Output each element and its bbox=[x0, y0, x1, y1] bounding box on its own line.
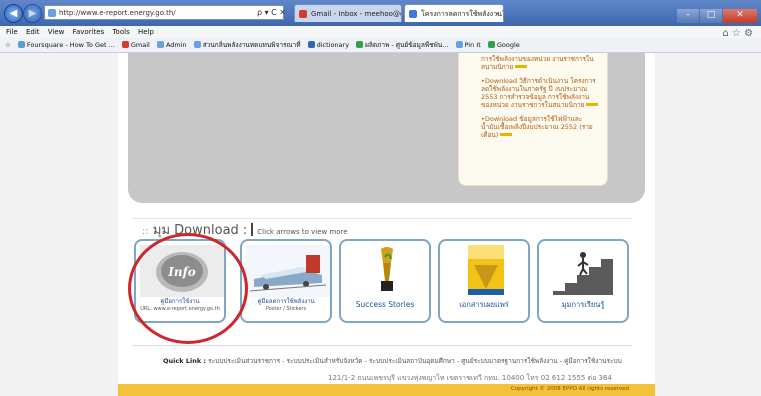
back-button[interactable]: ◀ bbox=[4, 4, 23, 23]
new-badge-icon bbox=[586, 103, 599, 106]
page-content: การใช้พลังงานของหน่วย งานราชการในสนามนิก… bbox=[118, 53, 655, 396]
fav-label: Admin bbox=[165, 41, 187, 49]
browser-titlebar: ◀ ▶ http://www.e-report.energy.go.th/ ρ … bbox=[0, 0, 761, 26]
download-item-success-stories[interactable]: Success Stories bbox=[339, 239, 431, 323]
menu-tools[interactable]: Tools bbox=[112, 28, 129, 36]
fav-link-pinit[interactable]: Pin It bbox=[455, 38, 481, 52]
fav-link-foursquare[interactable]: Foursquare - How To Get ... bbox=[17, 38, 115, 52]
news-item[interactable]: การใช้พลังงานของหน่วย งานราชการในสนามนิก… bbox=[481, 55, 599, 71]
address-text: http://www.e-report.energy.go.th/ bbox=[59, 9, 176, 17]
new-badge-icon bbox=[500, 133, 513, 136]
footer-address: 121/1-2 ถนนเพชรบุรี แขวงทุ่งพญาไท เขตราช… bbox=[328, 374, 612, 382]
fav-link-dictionary[interactable]: dictionary bbox=[307, 38, 350, 52]
download-caption: คู่มือลดการใช้พลังงาน bbox=[257, 298, 315, 305]
google-icon bbox=[487, 41, 495, 48]
download-hint: Click arrows to view more bbox=[257, 228, 348, 236]
page-icon bbox=[455, 41, 463, 48]
fav-label: ผลิตภาพ - ศูนย์ข้อมูลพืชพัน... bbox=[365, 41, 449, 49]
footer-divider bbox=[132, 345, 632, 346]
favorites-bar: ☆ Foursquare - How To Get ... Gmail Admi… bbox=[0, 38, 761, 53]
window-buttons: – □ ✕ bbox=[676, 2, 757, 23]
train-poster-icon bbox=[246, 245, 330, 297]
fav-label: Google bbox=[496, 41, 520, 49]
quicklink-label: Quick Link : bbox=[163, 357, 207, 365]
news-text: การใช้พลังงานของหน่วย งานราชการในสนามนิก… bbox=[481, 55, 594, 71]
book-cover-icon bbox=[444, 245, 528, 297]
dictionary-icon bbox=[307, 41, 315, 48]
fav-label: Pin It bbox=[464, 41, 481, 49]
menu-favorites[interactable]: Favorites bbox=[73, 28, 105, 36]
fav-link-plants[interactable]: ผลิตภาพ - ศูนย์ข้อมูลพืชพัน... bbox=[356, 38, 448, 52]
tab-energy[interactable]: โครงการลดการใช้พลังงานในภ... × bbox=[404, 4, 504, 22]
page-icon bbox=[356, 41, 364, 48]
gmail-icon bbox=[121, 41, 129, 48]
download-caption: Success Stories bbox=[355, 300, 415, 309]
copyright-bar: Copyright © 2008 EPPO All rights reserve… bbox=[118, 384, 655, 396]
heading-bar bbox=[251, 223, 254, 236]
page-viewport: การใช้พลังงานของหน่วย งานราชการในสนามนิก… bbox=[0, 53, 761, 396]
fav-link-admin[interactable]: Admin bbox=[156, 38, 187, 52]
news-text: •Download ข้อมูลการใช้ไฟฟ้าและ น้ำมันเชื… bbox=[481, 115, 593, 139]
fav-link-google[interactable]: Google bbox=[487, 38, 520, 52]
page-icon bbox=[193, 41, 201, 48]
download-item-learning[interactable]: มุมการเรียนรู้ bbox=[537, 239, 629, 323]
tab-energy-label: โครงการลดการใช้พลังงานในภ... bbox=[421, 10, 503, 18]
highlight-circle bbox=[128, 233, 248, 344]
forward-button[interactable]: ▶ bbox=[23, 4, 42, 23]
download-subcaption: Poster / Stickers bbox=[265, 306, 307, 312]
news-panel: การใช้พลังงานของหน่วย งานราชการในสนามนิก… bbox=[458, 53, 608, 186]
tab-gmail-label: Gmail - Inbox - meehoo@gmail... bbox=[311, 10, 401, 18]
trophy-icon bbox=[345, 245, 429, 297]
menu-bar: File Edit View Favorites Tools Help bbox=[0, 26, 761, 38]
fav-label: dictionary bbox=[316, 41, 350, 49]
menu-view[interactable]: View bbox=[48, 28, 65, 36]
favorites-star-icon[interactable]: ☆ bbox=[5, 38, 11, 52]
news-text: •Download วิธีการดำเนินงาน โครงการลดใช้พ… bbox=[481, 77, 596, 109]
staircase-icon bbox=[543, 245, 627, 297]
copyright-text: Copyright © 2008 EPPO All rights reserve… bbox=[510, 386, 629, 392]
download-item-publications[interactable]: เอกสารเผยแพร่ bbox=[438, 239, 530, 323]
fav-link-thai-energy[interactable]: ส่วนกลิ่นพลังงานทดแทนพิจารณาที่ bbox=[193, 38, 301, 52]
tab-close-icon[interactable]: × bbox=[494, 5, 500, 22]
fav-label: Gmail bbox=[130, 41, 150, 49]
quicklink-list[interactable]: ระบบประเมินส่วนราชการ - ระบบประเมินสำหรั… bbox=[208, 357, 622, 365]
page-icon bbox=[17, 41, 25, 48]
address-bar[interactable]: http://www.e-report.energy.go.th/ bbox=[44, 5, 284, 20]
fav-label: Foursquare - How To Get ... bbox=[26, 41, 115, 49]
ie-page-icon bbox=[409, 10, 417, 18]
menu-help[interactable]: Help bbox=[138, 28, 154, 36]
heading-prefix: :: bbox=[142, 226, 149, 237]
download-item-posters[interactable]: คู่มือลดการใช้พลังงาน Poster / Stickers bbox=[240, 239, 332, 323]
news-item[interactable]: •Download วิธีการดำเนินงาน โครงการลดใช้พ… bbox=[481, 77, 599, 109]
fav-label: ส่วนกลิ่นพลังงานทดแทนพิจารณาที่ bbox=[202, 41, 301, 49]
maximize-button[interactable]: □ bbox=[700, 9, 722, 23]
gmail-icon bbox=[299, 10, 307, 18]
download-caption: เอกสารเผยแพร่ bbox=[459, 300, 509, 309]
minimize-button[interactable]: – bbox=[677, 9, 699, 23]
news-item[interactable]: •Download ข้อมูลการใช้ไฟฟ้าและ น้ำมันเชื… bbox=[481, 115, 599, 139]
quick-links: Quick Link : ระบบประเมินส่วนราชการ - ระบ… bbox=[163, 356, 622, 366]
fav-link-gmail[interactable]: Gmail bbox=[121, 38, 150, 52]
download-caption: มุมการเรียนรู้ bbox=[561, 300, 605, 309]
address-controls[interactable]: ρ ▾ C ✕ bbox=[257, 5, 286, 20]
new-badge-icon bbox=[515, 65, 528, 68]
site-favicon-icon bbox=[48, 9, 56, 17]
menu-file[interactable]: File bbox=[6, 28, 18, 36]
page-icon bbox=[156, 41, 164, 48]
close-window-button[interactable]: ✕ bbox=[723, 9, 757, 23]
tab-gmail[interactable]: Gmail - Inbox - meehoo@gmail... bbox=[294, 4, 402, 22]
menu-edit[interactable]: Edit bbox=[26, 28, 40, 36]
